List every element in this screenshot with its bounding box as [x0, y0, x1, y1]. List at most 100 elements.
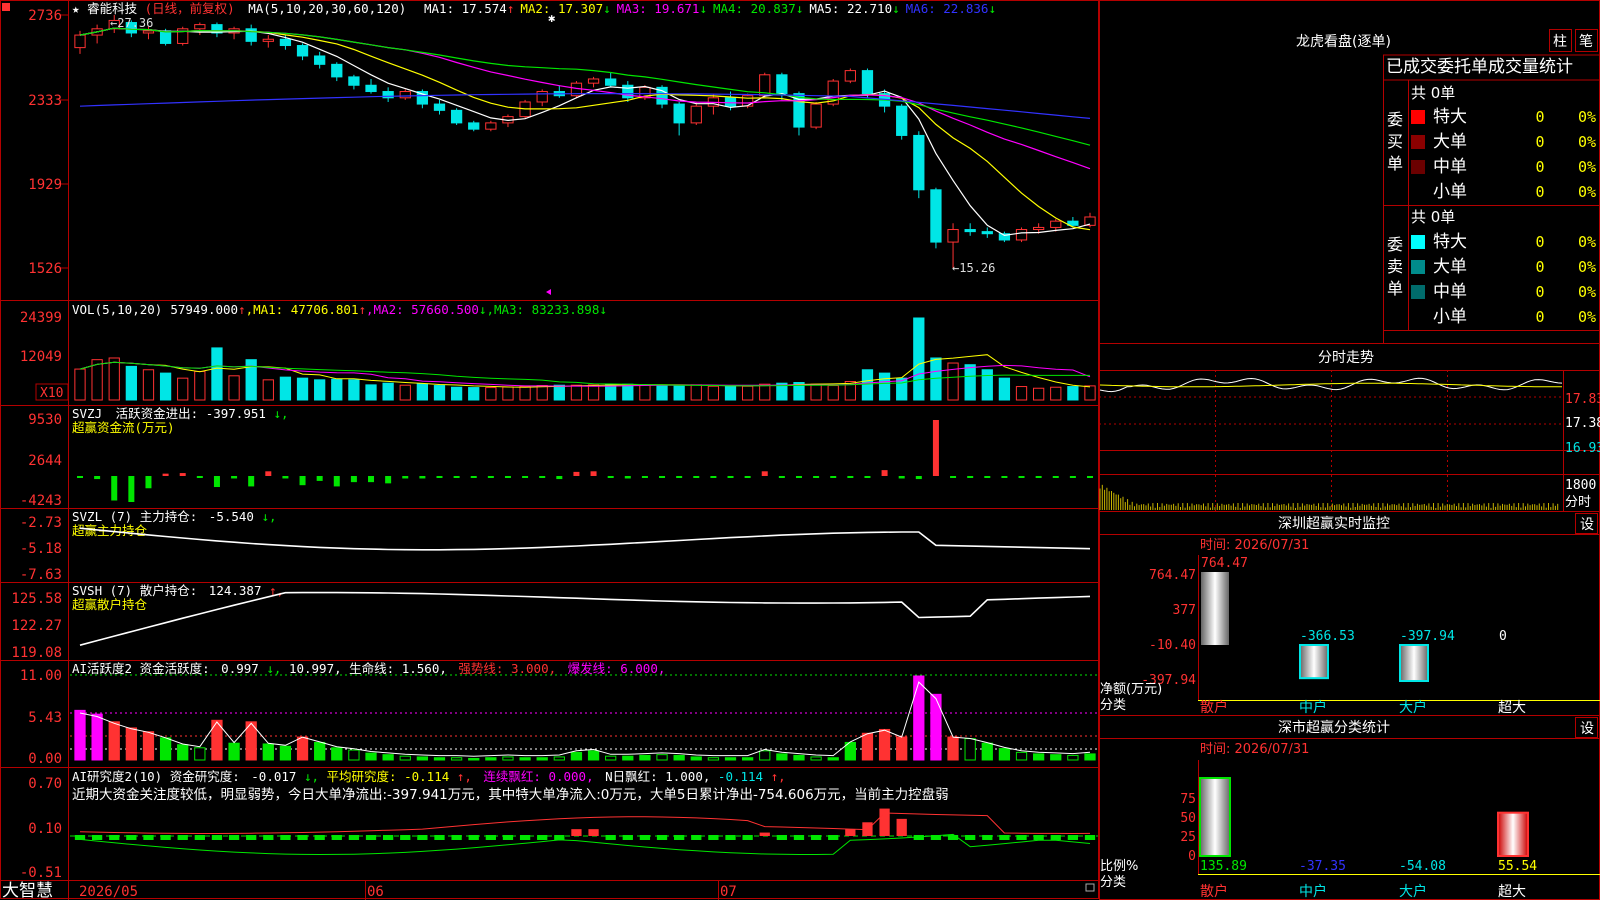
ai-active-bar — [861, 732, 874, 761]
date-tick: 2026/05 — [79, 884, 138, 900]
classify-category: 大户 — [1399, 883, 1427, 900]
candle-body — [844, 70, 856, 82]
ai-research-tick: 0.70 — [28, 776, 62, 792]
ai-research-bar — [211, 835, 223, 840]
order-row-count: 0 — [1535, 108, 1544, 126]
candle-body — [861, 70, 874, 95]
candle-body — [536, 91, 548, 103]
monitor-bar-value: -366.53 — [1300, 629, 1355, 644]
ai-research-bar — [143, 835, 154, 840]
ai-research-bar — [246, 835, 257, 840]
pen-mode-label: 笔 — [1579, 34, 1593, 50]
intraday-price-tick: 17.38 — [1565, 416, 1600, 431]
candle-body — [981, 231, 993, 235]
candle — [399, 89, 411, 100]
ai-research-bar — [383, 835, 394, 840]
ai-research-bar — [314, 835, 325, 840]
volume-bar — [707, 385, 720, 401]
candle-body — [1033, 226, 1045, 231]
volume-tick: 12049 — [20, 349, 62, 365]
tab-traded[interactable]: 已成交 — [1386, 57, 1437, 77]
ai-research-bar — [588, 829, 599, 836]
ai-research-bar — [109, 835, 120, 840]
candle — [930, 187, 942, 249]
order-row-count: 0 — [1535, 308, 1544, 326]
brand-logo[interactable]: 大智慧 — [2, 881, 53, 900]
candle-body — [930, 189, 942, 243]
candle-body — [776, 74, 788, 95]
tab-orders[interactable]: 委托单 — [1437, 57, 1488, 77]
ma-line — [79, 27, 1091, 146]
svsh-subtitle: 超赢散户持仓 — [72, 597, 148, 612]
sell-label-2: 卖 — [1387, 257, 1403, 276]
ai-active-bar — [622, 755, 634, 761]
ai-research-bar — [177, 835, 188, 840]
candle-body — [433, 103, 446, 111]
candle — [690, 101, 702, 125]
sell-total: 共 0单 — [1411, 208, 1455, 226]
volume-bar — [142, 369, 155, 401]
lock-icon[interactable] — [1085, 883, 1095, 892]
classify-settings-label: 设 — [1580, 721, 1594, 737]
classify-y-tick: 0 — [1188, 849, 1196, 864]
order-row-percent: 0% — [1578, 158, 1596, 176]
order-row-percent: 0% — [1578, 308, 1596, 326]
svzj-bar — [624, 476, 631, 479]
order-row-percent: 0% — [1578, 283, 1596, 301]
svzj-bar — [932, 420, 939, 476]
order-row-percent: 0% — [1578, 108, 1596, 126]
tab-volume-stats[interactable]: 成交量统计 — [1488, 57, 1573, 77]
ai-research-bar — [776, 835, 787, 840]
intraday-panel: 分时走势 17.83 17.38 16.93 1800 分时 — [1099, 343, 1600, 512]
classify-y-tick: 75 — [1180, 792, 1196, 807]
ai-research-bar — [451, 835, 462, 840]
candle — [177, 26, 189, 46]
ai-research-bar — [400, 835, 411, 840]
volume-bar — [998, 377, 1011, 401]
ai-research-tick: 0.10 — [28, 821, 62, 837]
svzj-bar — [162, 473, 169, 476]
candle — [228, 26, 240, 40]
svzj-bar — [641, 476, 648, 478]
ai-active-bar — [91, 713, 103, 761]
monitor-y-tick: 377 — [1173, 603, 1196, 618]
ai-active-bar — [998, 748, 1011, 761]
candle-body — [947, 229, 959, 243]
candle-body — [331, 63, 343, 78]
classify-y-label: 比例% — [1100, 859, 1138, 874]
ai-active-bar — [108, 721, 120, 761]
svzj-bar — [94, 476, 101, 480]
ai-research-bar — [810, 835, 822, 840]
classify-title: 深市超赢分类统计 — [1278, 719, 1390, 736]
candle-body — [1015, 229, 1028, 241]
svzj-bar — [881, 470, 888, 476]
classify-bar-value: -37.35 — [1299, 859, 1346, 874]
menu-square-icon[interactable] — [2, 3, 10, 11]
svzj-bar — [984, 476, 991, 478]
monitor-settings-label: 设 — [1580, 517, 1594, 533]
candle-body — [810, 103, 822, 128]
ai-active-bar — [399, 755, 411, 761]
order-color-swatch — [1411, 135, 1425, 149]
svzj-bar — [573, 471, 580, 476]
volume-bar — [1033, 387, 1045, 401]
candle-body — [741, 95, 754, 107]
ai-active-bar — [450, 757, 463, 761]
candle — [570, 81, 583, 98]
ai-research-bar — [331, 835, 342, 840]
volume-bar — [74, 368, 86, 401]
volume-bar — [810, 383, 822, 401]
scroll-marker-icon[interactable] — [546, 289, 551, 295]
candle — [536, 89, 548, 107]
order-row-name: 中单 — [1433, 282, 1467, 302]
ai-research-bar — [1033, 835, 1044, 840]
order-row-name: 大单 — [1433, 132, 1467, 152]
ai-active-bar — [605, 755, 617, 761]
ai-research-comment: 近期大资金关注度较低，明显弱势，今日大单净流出:-397.941万元，其中特大单… — [72, 786, 949, 803]
classify-y-tick: 25 — [1180, 830, 1196, 845]
svzj-bar — [693, 476, 700, 478]
ai-active-bar — [570, 751, 583, 761]
monitor-time: 时间: 2026/07/31 — [1200, 538, 1309, 553]
ai-research-bar — [194, 835, 205, 840]
ai-research-bar — [639, 835, 651, 840]
